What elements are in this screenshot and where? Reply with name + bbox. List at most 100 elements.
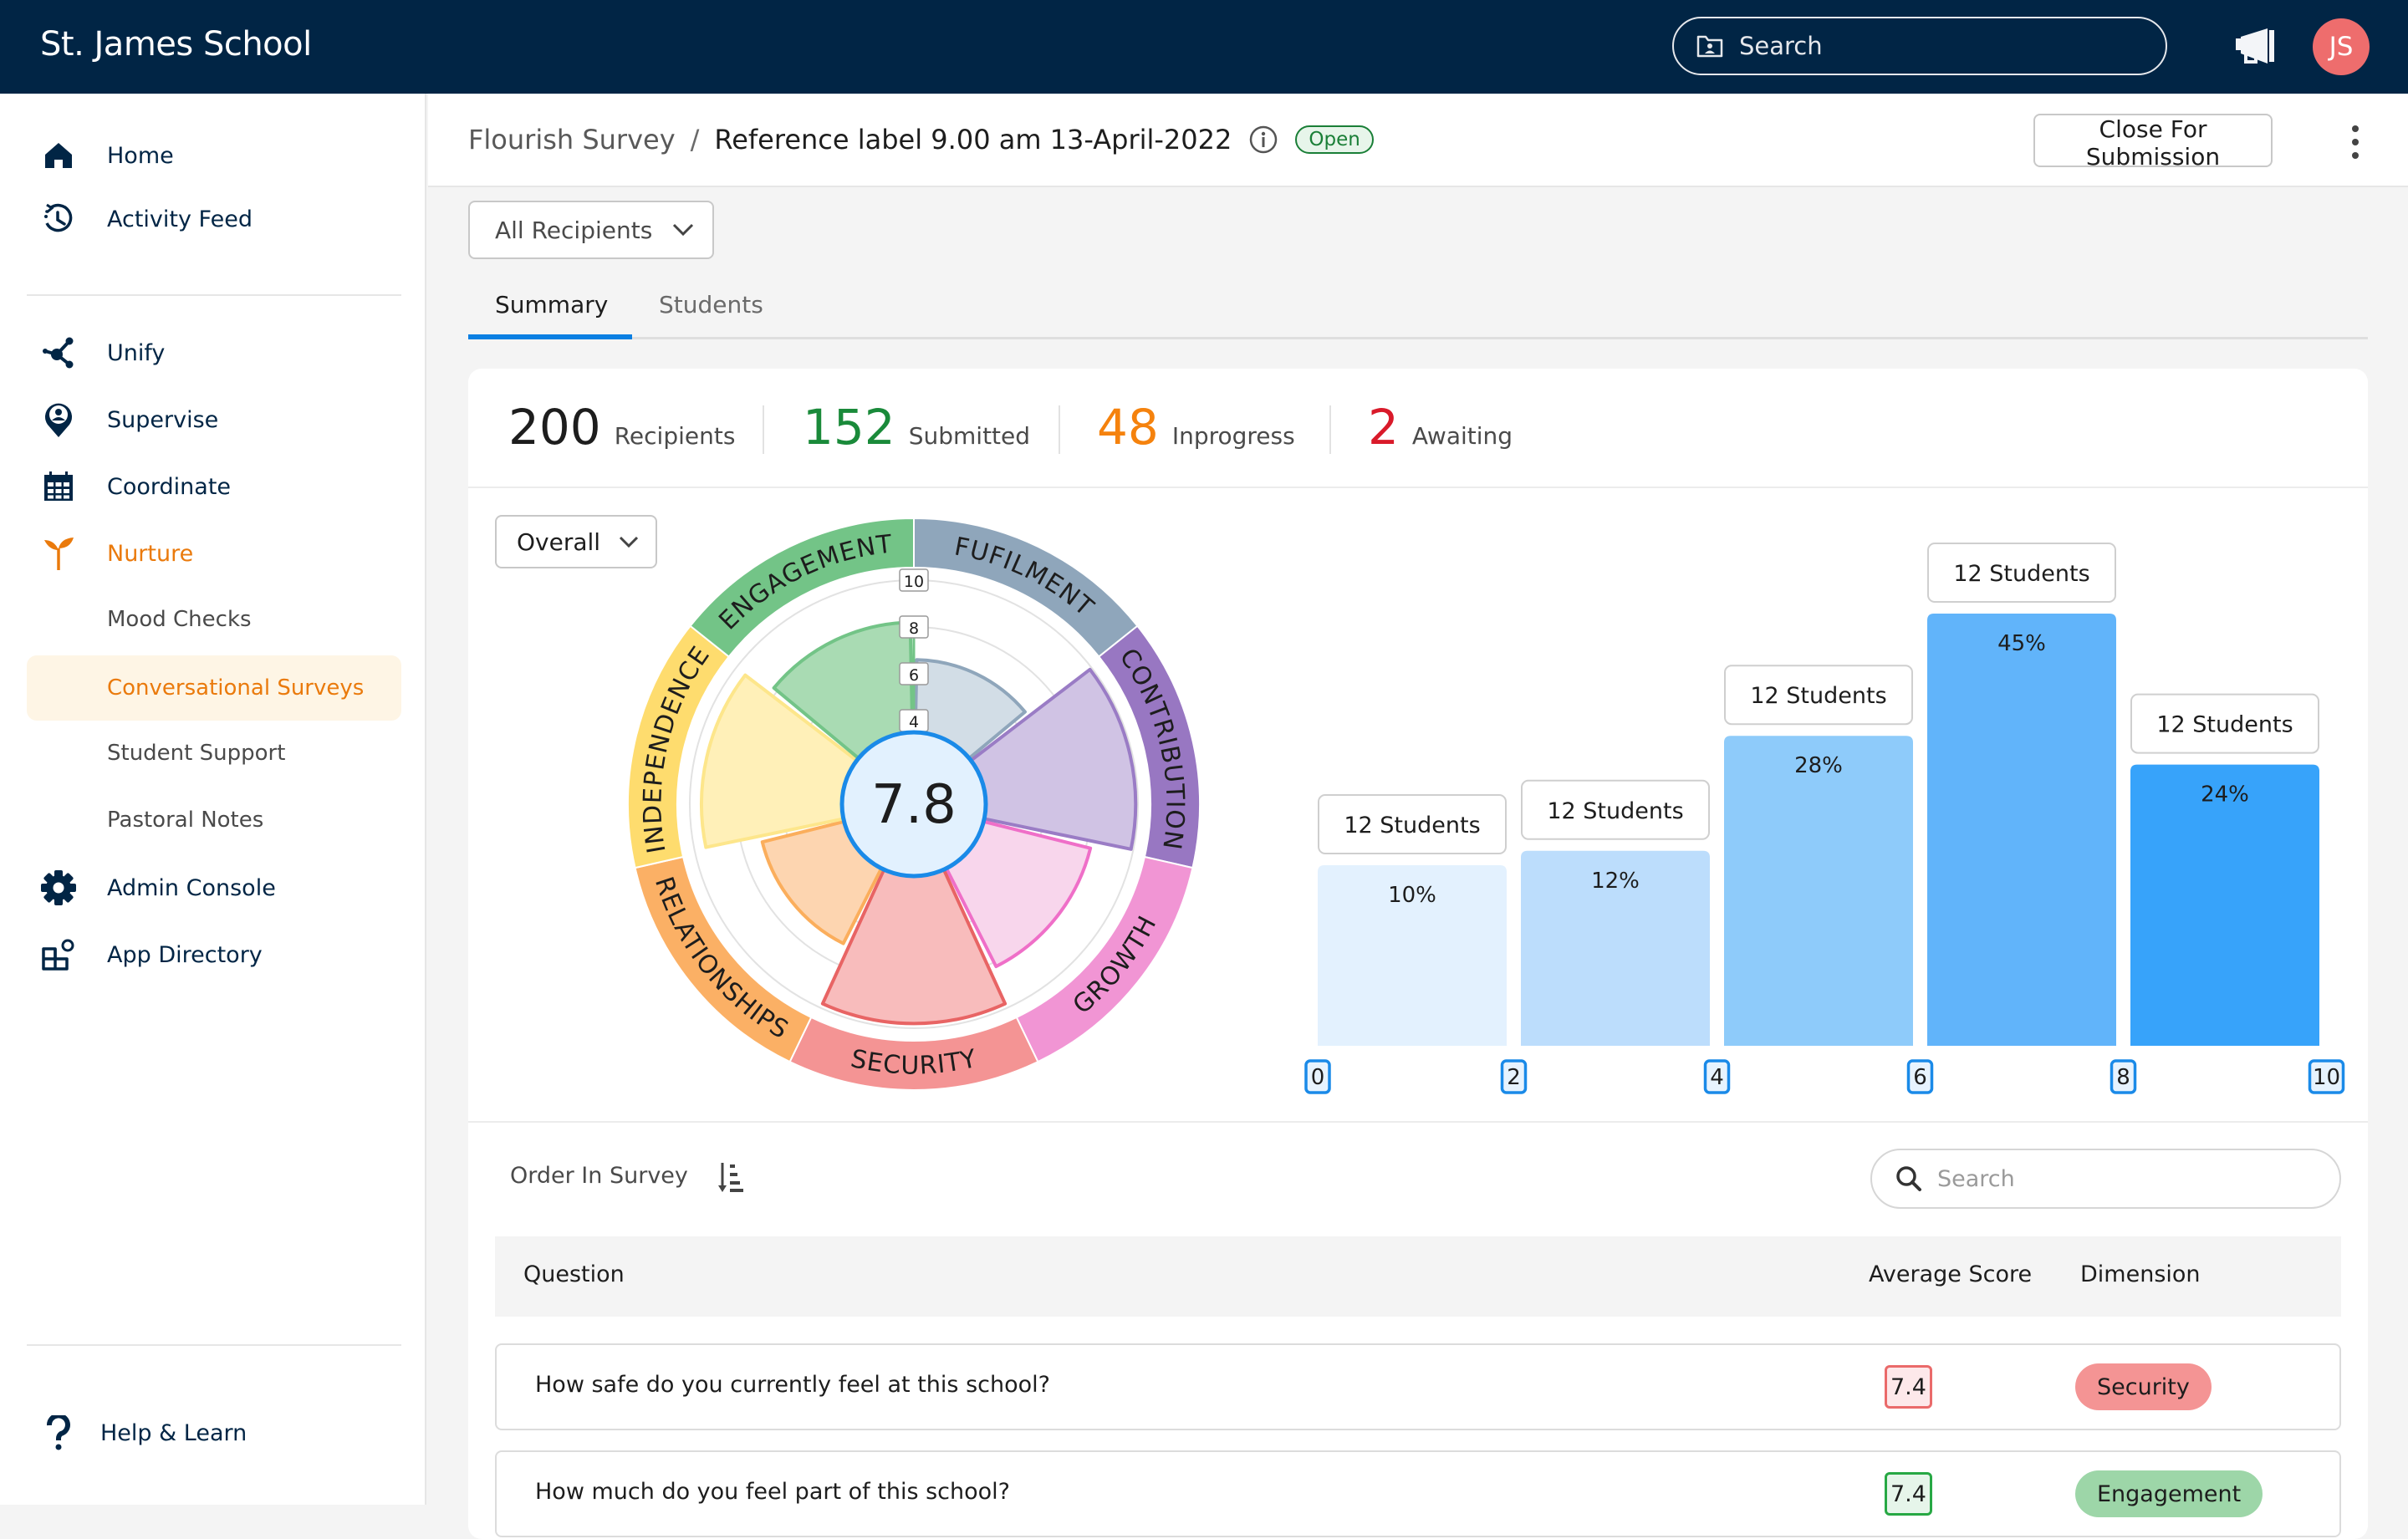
questions-table-header: Question Average Score Dimension bbox=[495, 1236, 2341, 1317]
search-icon bbox=[1896, 1166, 1921, 1191]
stat-value: 48 bbox=[1097, 399, 1159, 456]
history-icon bbox=[40, 201, 77, 237]
more-options-icon[interactable] bbox=[2343, 124, 2368, 161]
bar-percent-label: 12% bbox=[1591, 869, 1640, 894]
stat-submitted: 152 Submitted bbox=[803, 399, 1030, 456]
question-search-placeholder: Search bbox=[1937, 1165, 2015, 1192]
stat-divider bbox=[1329, 405, 1331, 454]
info-icon[interactable] bbox=[1248, 125, 1278, 155]
column-header-dimension[interactable]: Dimension bbox=[2080, 1261, 2201, 1287]
recipients-dropdown-value: All Recipients bbox=[495, 216, 653, 244]
recipients-dropdown[interactable]: All Recipients bbox=[468, 201, 714, 259]
sidebar-item-supervise[interactable]: Supervise bbox=[27, 393, 401, 446]
dimension-tag: Engagement bbox=[2075, 1470, 2263, 1517]
page-header: Flourish Survey / Reference label 9.00 a… bbox=[428, 94, 2408, 187]
average-score-badge: 7.4 bbox=[1885, 1472, 1932, 1516]
status-badge: Open bbox=[1295, 125, 1374, 154]
sidebar-subitem-mood-checks[interactable]: Mood Checks bbox=[27, 587, 401, 652]
dimension-polar-chart: FUFILMENTCONTRIBUTIONGROWTHSECURITYRELAT… bbox=[627, 517, 1201, 1091]
stat-value: 200 bbox=[508, 399, 601, 456]
x-tick-label: 2 bbox=[1507, 1065, 1521, 1090]
home-icon bbox=[40, 137, 77, 174]
bar-count-label: 12 Students bbox=[2156, 712, 2293, 738]
x-tick-label: 0 bbox=[1311, 1065, 1325, 1090]
active-tab-indicator bbox=[468, 334, 632, 339]
breadcrumb-current: Reference label 9.00 am 13-April-2022 bbox=[714, 124, 1232, 155]
column-header-average-score[interactable]: Average Score bbox=[1869, 1261, 2032, 1287]
table-row[interactable]: How much do you feel part of this school… bbox=[495, 1450, 2341, 1537]
question-text: How much do you feel part of this school… bbox=[535, 1479, 1010, 1505]
stat-inprogress: 48 Inprogress bbox=[1097, 399, 1295, 456]
dimension-dropdown-value: Overall bbox=[517, 527, 601, 556]
sidebar-subitem-label: Conversational Surveys bbox=[107, 675, 365, 701]
question-text: How safe do you currently feel at this s… bbox=[535, 1372, 1050, 1398]
close-for-submission-button[interactable]: Close For Submission bbox=[2033, 114, 2273, 171]
dimension-dropdown[interactable]: Overall bbox=[495, 515, 657, 568]
ring-label: 10 bbox=[904, 573, 924, 591]
sidebar-item-nurture[interactable]: Nurture bbox=[27, 527, 401, 580]
stat-label: Submitted bbox=[908, 422, 1031, 450]
school-name: St. James School bbox=[40, 25, 312, 64]
summary-card: 200 Recipients 152 Submitted 48 Inprogre… bbox=[468, 369, 2368, 1539]
dimension-tag: Security bbox=[2075, 1363, 2212, 1410]
sidebar-subitem-student-support[interactable]: Student Support bbox=[27, 721, 401, 786]
sprout-icon bbox=[40, 535, 77, 572]
user-avatar[interactable]: JS bbox=[2313, 18, 2370, 75]
sidebar-item-label: Unify bbox=[107, 339, 166, 366]
sidebar-item-label: App Directory bbox=[107, 941, 263, 968]
tab-summary[interactable]: Summary bbox=[495, 291, 608, 319]
stat-label: Awaiting bbox=[1411, 422, 1513, 450]
sidebar-item-label: Activity Feed bbox=[107, 206, 253, 232]
stat-label: Recipients bbox=[614, 422, 736, 450]
sort-order-label[interactable]: Order In Survey bbox=[510, 1163, 688, 1189]
sidebar-item-label: Coordinate bbox=[107, 473, 232, 500]
map-pin-user-icon bbox=[40, 401, 77, 438]
bar-count-label: 12 Students bbox=[1953, 561, 2089, 587]
section-divider bbox=[468, 1121, 2368, 1123]
stat-awaiting: 2 Awaiting bbox=[1368, 399, 1513, 456]
sidebar-item-label: Help & Learn bbox=[100, 1419, 247, 1446]
breadcrumb-separator: / bbox=[690, 124, 700, 155]
sidebar-item-app-directory[interactable]: App Directory bbox=[27, 928, 401, 981]
breadcrumb: Flourish Survey / Reference label 9.00 a… bbox=[468, 124, 1374, 155]
sidebar-item-label: Nurture bbox=[107, 540, 194, 567]
x-tick-label: 6 bbox=[1913, 1065, 1927, 1090]
center-score-value: 7.8 bbox=[871, 774, 957, 836]
x-tick-label: 4 bbox=[1710, 1065, 1724, 1090]
stat-label: Inprogress bbox=[1171, 422, 1295, 450]
share-nodes-icon bbox=[40, 334, 77, 371]
sidebar-item-coordinate[interactable]: Coordinate bbox=[27, 460, 401, 513]
top-bar: St. James School Search JS bbox=[0, 0, 2408, 94]
sidebar-item-help-learn[interactable]: Help & Learn bbox=[27, 1406, 401, 1460]
sidebar-subitem-pastoral-notes[interactable]: Pastoral Notes bbox=[27, 787, 401, 853]
sidebar-item-unify[interactable]: Unify bbox=[27, 326, 401, 380]
dimension-band-fufilment bbox=[913, 517, 1139, 658]
bar-percent-label: 28% bbox=[1794, 753, 1843, 778]
stat-recipients: 200 Recipients bbox=[508, 399, 735, 456]
sort-descending-icon[interactable] bbox=[716, 1161, 746, 1195]
bar-6-8 bbox=[1927, 614, 2116, 1046]
score-distribution-bar-chart: 10% 12 Students 12% 12 Students 28% 12 Studen… bbox=[1304, 543, 2345, 1094]
chevron-down-icon bbox=[673, 223, 694, 237]
sidebar-subitem-label: Pastoral Notes bbox=[107, 808, 264, 833]
column-header-question[interactable]: Question bbox=[523, 1261, 625, 1287]
sidebar-item-activity-feed[interactable]: Activity Feed bbox=[27, 192, 401, 246]
sidebar-item-home[interactable]: Home bbox=[27, 129, 401, 182]
megaphone-icon[interactable] bbox=[2234, 27, 2276, 65]
folder-user-icon bbox=[1696, 35, 1723, 58]
bar-percent-label: 45% bbox=[1997, 631, 2046, 656]
sidebar-item-admin-console[interactable]: Admin Console bbox=[27, 861, 401, 915]
breadcrumb-parent-link[interactable]: Flourish Survey bbox=[468, 124, 676, 155]
table-row[interactable]: How safe do you currently feel at this s… bbox=[495, 1343, 2341, 1430]
bar-percent-label: 24% bbox=[2201, 782, 2249, 808]
sidebar-subitem-label: Student Support bbox=[107, 741, 286, 766]
stat-value: 2 bbox=[1368, 399, 1399, 456]
bar-percent-label: 10% bbox=[1388, 883, 1436, 908]
chevron-down-icon bbox=[620, 536, 639, 548]
global-search-input[interactable]: Search bbox=[1672, 17, 2167, 75]
tab-students[interactable]: Students bbox=[659, 291, 763, 319]
stat-divider bbox=[763, 405, 764, 454]
question-search-input[interactable]: Search bbox=[1870, 1149, 2341, 1209]
ring-label: 8 bbox=[909, 619, 919, 638]
sidebar-subitem-conversational-surveys[interactable]: Conversational Surveys bbox=[27, 655, 401, 721]
